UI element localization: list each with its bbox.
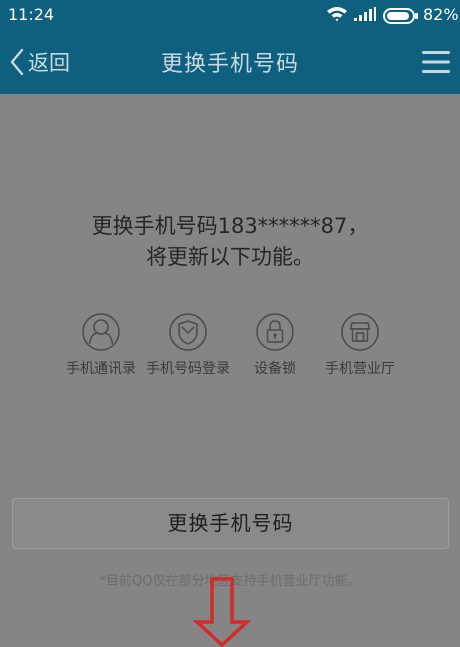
shield-icon bbox=[169, 313, 207, 351]
menu-icon[interactable] bbox=[420, 48, 452, 76]
feature-label: 手机通讯录 bbox=[66, 361, 136, 377]
status-bar: 11:24 82% bbox=[0, 0, 460, 30]
signal-icon bbox=[354, 7, 376, 21]
store-icon bbox=[341, 313, 379, 351]
content-area: 更换手机号码183******87， 将更新以下功能。 手机通讯录 手机号码登录 bbox=[0, 94, 460, 647]
feature-phone-login: 手机号码登录 bbox=[146, 312, 230, 380]
change-phone-button[interactable]: 更换手机号码 bbox=[12, 498, 449, 549]
headline-line2: 将更新以下功能。 bbox=[146, 245, 314, 269]
screen: 11:24 82% 返回 更换手机号码 更换手机号码183******87， 将… bbox=[0, 0, 460, 647]
feature-label: 设备锁 bbox=[254, 361, 296, 377]
status-time: 11:24 bbox=[8, 5, 55, 24]
lock-icon bbox=[256, 313, 294, 351]
contacts-icon bbox=[82, 313, 120, 351]
battery-icon bbox=[383, 8, 418, 24]
feature-label: 手机营业厅 bbox=[325, 361, 395, 377]
page-title: 更换手机号码 bbox=[160, 52, 299, 77]
headline: 更换手机号码183******87， 将更新以下功能。 bbox=[0, 211, 460, 273]
title-bar: 返回 更换手机号码 bbox=[0, 30, 460, 94]
feature-label: 手机号码登录 bbox=[146, 361, 230, 377]
battery-percent: 82% bbox=[423, 5, 459, 24]
feature-device-lock: 设备锁 bbox=[233, 312, 317, 380]
feature-list: 手机通讯录 手机号码登录 设备锁 手机营业厅 bbox=[0, 312, 460, 402]
feature-mobile-store: 手机营业厅 bbox=[318, 312, 402, 380]
wifi-icon bbox=[327, 7, 347, 22]
arrow-down-icon bbox=[193, 577, 251, 647]
feature-contacts: 手机通讯录 bbox=[59, 312, 143, 380]
headline-line1: 更换手机号码183******87， bbox=[91, 214, 369, 238]
